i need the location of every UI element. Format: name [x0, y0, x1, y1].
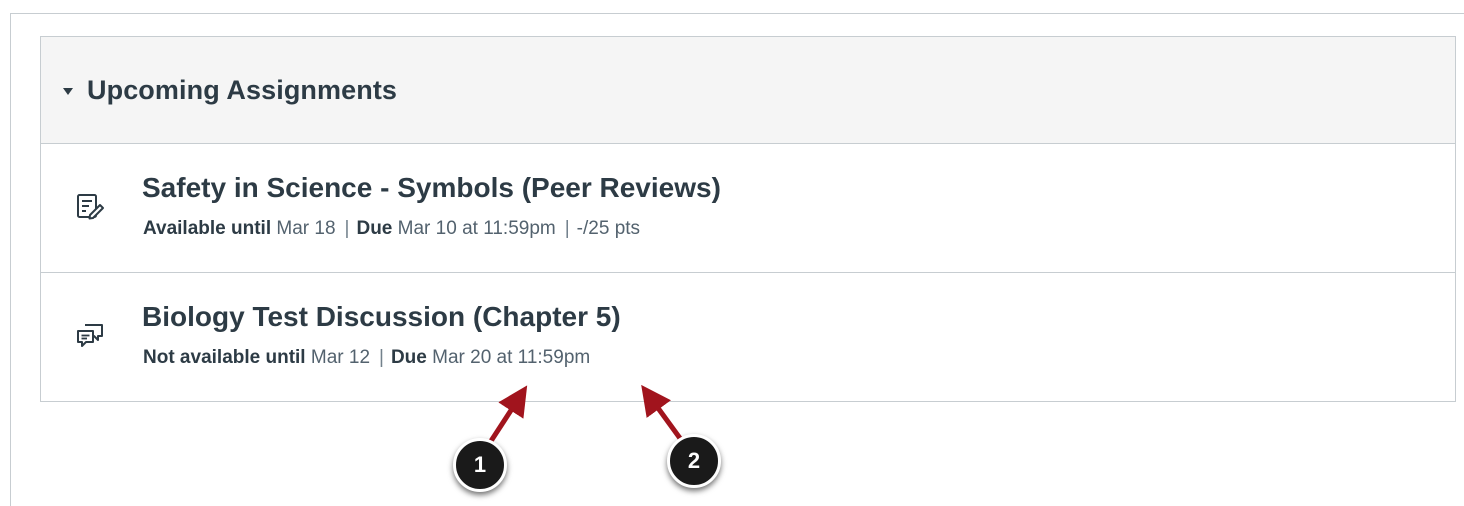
caret-down-icon[interactable]: [63, 87, 73, 95]
availability-date: Mar 18: [276, 218, 336, 239]
module-title: Upcoming Assignments: [87, 74, 398, 105]
assignment-meta: Available until Mar 18 | Due Mar 10 at 11:…: [143, 218, 640, 240]
points: -/25 pts: [576, 218, 641, 239]
assignment-item: Safety in Science - Symbols (Peer Review…: [41, 144, 1455, 273]
discussion-icon: [75, 321, 105, 351]
module-header[interactable]: Upcoming Assignments: [41, 37, 1455, 144]
separator: |: [564, 218, 570, 239]
availability-label: Available until: [143, 218, 272, 239]
page: Upcoming Assignments Safety in Science -…: [0, 0, 1464, 506]
due-label: Due: [390, 347, 427, 368]
due-date: Mar 20 at 11:59pm: [432, 347, 591, 368]
upcoming-assignments-module: Upcoming Assignments Safety in Science -…: [40, 36, 1456, 402]
due-date: Mar 10 at 11:59pm: [397, 218, 556, 239]
availability-label: Not available until: [143, 347, 306, 368]
assignment-meta: Not available until Mar 12 | Due Mar 20 at…: [143, 347, 590, 369]
separator: |: [379, 347, 384, 368]
callout-badge-2: 2: [667, 434, 721, 488]
peer-review-assignment-icon: [75, 192, 105, 222]
separator: |: [344, 218, 350, 239]
availability-date: Mar 12: [310, 347, 371, 368]
callout-badge-1: 1: [453, 438, 507, 492]
due-label: Due: [356, 218, 393, 239]
assignment-title-link[interactable]: Biology Test Discussion (Chapter 5): [142, 301, 621, 333]
assignment-title-link[interactable]: Safety in Science - Symbols (Peer Review…: [142, 172, 721, 204]
assignment-item: Biology Test Discussion (Chapter 5) Not …: [41, 273, 1455, 402]
